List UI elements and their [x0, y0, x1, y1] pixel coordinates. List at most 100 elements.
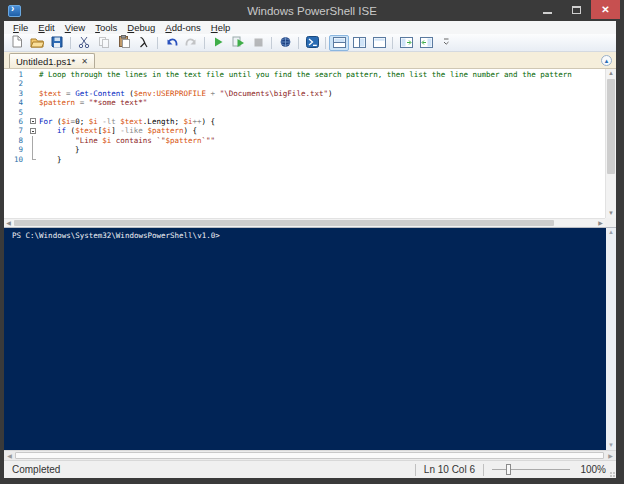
console-horizontal-scrollbar[interactable]: ◀ ▶ [4, 450, 616, 460]
code-line-4[interactable]: 4$pattern = "*some text*" [4, 98, 605, 107]
code-line-7[interactable]: 7 if ($text[$i] -like $pattern) { [4, 126, 605, 135]
code-line-5[interactable]: 5 [4, 108, 605, 117]
toolbar-separator [271, 37, 272, 49]
resize-grip[interactable] [610, 472, 616, 478]
overflow-icon [443, 34, 450, 52]
tab-close-icon[interactable]: ✕ [81, 57, 88, 66]
fold-margin [28, 98, 39, 107]
script-editor[interactable]: 1# Loop through the lines in the text fi… [4, 69, 605, 218]
zoom-slider-thumb[interactable] [506, 464, 511, 475]
redo-button[interactable] [181, 35, 201, 51]
scroll-left-icon[interactable]: ◀ [4, 219, 13, 227]
remote-icon [279, 34, 292, 52]
fold-margin [28, 70, 39, 79]
console-pane[interactable]: PS C:\Windows\System32\WindowsPowerShell… [4, 227, 616, 450]
stop-operation-button[interactable] [248, 35, 268, 51]
editor-vscroll-thumb[interactable] [607, 79, 615, 174]
layout-top-icon [333, 34, 346, 52]
fold-marker-icon [28, 145, 39, 154]
menu-bar: FileEditViewToolsDebugAdd-onsHelp [4, 21, 616, 34]
toolbar-separator [392, 37, 393, 49]
editor-vertical-scrollbar[interactable]: ▲ ▼ [605, 69, 616, 218]
show-script-pane-top-button[interactable] [329, 35, 349, 51]
close-button[interactable]: ✕ [591, 0, 620, 19]
show-script-pane-right-button[interactable] [349, 35, 369, 51]
minimize-button[interactable] [533, 0, 562, 19]
new-remote-powershell-tab-button[interactable] [275, 35, 295, 51]
code-line-3[interactable]: 3$text = Get-Content ($env:USERPROFILE +… [4, 89, 605, 98]
line-number: 1 [4, 70, 28, 79]
editor-hscroll-thumb[interactable] [14, 220, 554, 226]
fold-marker-icon [28, 136, 39, 145]
status-text: Completed [4, 464, 407, 475]
run-selection-button[interactable] [228, 35, 248, 51]
run-script-button[interactable] [208, 35, 228, 51]
cut-button[interactable] [74, 35, 94, 51]
powershell-ise-window: Windows PowerShell ISE ✕ FileEditViewToo… [0, 0, 624, 484]
undo-button[interactable] [161, 35, 181, 51]
console-vertical-scrollbar[interactable]: ▲ ▼ [606, 228, 616, 450]
menu-tools[interactable]: Tools [90, 22, 122, 33]
editor-horizontal-scrollbar[interactable]: ◀ ▶ [4, 218, 605, 227]
show-command-addon-vertical-button[interactable] [416, 35, 436, 51]
zoom-slider[interactable] [492, 464, 570, 475]
collapse-script-pane-icon[interactable]: ▲ [601, 55, 612, 66]
show-script-pane-maximized-button[interactable] [369, 35, 389, 51]
code-text: } [39, 145, 80, 154]
fold-margin [28, 89, 39, 98]
toolbar-overflow-button[interactable] [436, 35, 456, 51]
scroll-down-icon[interactable]: ▼ [606, 209, 616, 218]
copy-icon [98, 34, 110, 52]
redo-icon [185, 34, 198, 52]
tab-label: Untitled1.ps1* [16, 56, 75, 67]
scroll-right-icon[interactable]: ▶ [596, 219, 605, 227]
script-pane[interactable]: 1# Loop through the lines in the text fi… [4, 69, 616, 227]
toolbar-separator [298, 37, 299, 49]
maximize-button[interactable] [562, 0, 591, 19]
copy-button[interactable] [94, 35, 114, 51]
menu-view[interactable]: View [60, 22, 90, 33]
menu-file[interactable]: File [8, 22, 33, 33]
save-button[interactable] [47, 35, 67, 51]
new-script-button[interactable] [7, 35, 27, 51]
run-selection-icon [232, 34, 245, 52]
console-scroll-left-icon[interactable]: ◀ [5, 451, 14, 460]
tab-bar: Untitled1.ps1* ✕ ▲ [4, 52, 616, 69]
tab-untitled1[interactable]: Untitled1.ps1* ✕ [9, 53, 95, 68]
undo-icon [165, 34, 178, 52]
console-scroll-down-icon[interactable]: ▼ [606, 441, 616, 450]
code-line-9[interactable]: 9 } [4, 145, 605, 154]
fold-marker-icon[interactable] [28, 117, 39, 126]
box-right-icon [420, 34, 433, 52]
console-scroll-right-icon[interactable]: ▶ [606, 451, 615, 460]
open-script-button[interactable] [27, 35, 47, 51]
toolbar-separator [204, 37, 205, 49]
code-line-1[interactable]: 1# Loop through the lines in the text fi… [4, 70, 605, 79]
new-icon [11, 34, 23, 52]
start-powershell-button[interactable] [302, 35, 322, 51]
code-line-10[interactable]: 10 } [4, 155, 605, 164]
console-scroll-up-icon[interactable]: ▲ [606, 228, 616, 237]
scroll-up-icon[interactable]: ▲ [606, 69, 616, 78]
menu-addons[interactable]: Add-ons [160, 22, 205, 33]
code-line-2[interactable]: 2 [4, 79, 605, 88]
menu-help[interactable]: Help [206, 22, 236, 33]
line-number: 7 [4, 126, 28, 135]
paste-button[interactable] [114, 35, 134, 51]
fold-marker-icon[interactable] [28, 126, 39, 135]
code-text: $text = Get-Content ($env:USERPROFILE + … [39, 89, 333, 98]
clear-console-button[interactable] [134, 35, 154, 51]
toolbar [4, 34, 616, 52]
console-hscroll-thumb[interactable] [15, 452, 604, 459]
toolbar-separator [157, 37, 158, 49]
console-output[interactable]: PS C:\Windows\System32\WindowsPowerShell… [4, 228, 606, 450]
code-line-8[interactable]: 8 "Line $i contains `"$pattern`"" [4, 136, 605, 145]
show-command-addon-button[interactable] [396, 35, 416, 51]
code-text: if ($text[$i] -like $pattern) { [39, 126, 197, 135]
clear-icon [138, 34, 150, 52]
menu-edit[interactable]: Edit [33, 22, 59, 33]
menu-debug[interactable]: Debug [122, 22, 160, 33]
code-line-6[interactable]: 6For ($i=0; $i -lt $text.Length; $i++) { [4, 117, 605, 126]
open-icon [30, 34, 44, 52]
line-number: 9 [4, 145, 28, 154]
